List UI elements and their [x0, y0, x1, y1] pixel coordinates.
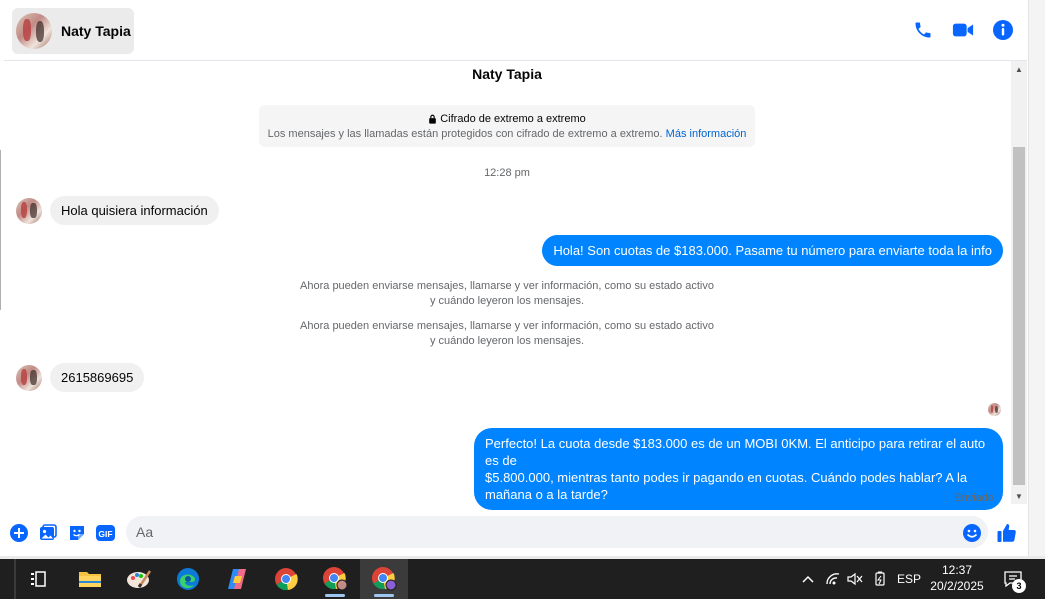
encryption-notice: Cifrado de extremo a extremo Los mensaje…: [259, 105, 755, 147]
copilot-icon[interactable]: [213, 559, 261, 599]
scroll-down-arrow-icon[interactable]: ▼: [1011, 488, 1027, 504]
scrollbar-thumb[interactable]: [1013, 147, 1025, 485]
sender-avatar[interactable]: [16, 197, 42, 224]
info-icon[interactable]: [991, 18, 1015, 42]
incoming-message: Hola quisiera información: [16, 196, 219, 225]
sender-avatar[interactable]: [16, 364, 42, 391]
lock-icon: [429, 114, 437, 124]
chrome-profile-active-icon[interactable]: [360, 559, 408, 599]
chrome-profile-icon[interactable]: [311, 559, 359, 599]
more-info-link[interactable]: Más información: [666, 128, 747, 140]
taskbar-clock[interactable]: 12:37 20/2/2025: [925, 562, 989, 594]
timestamp-separator: 12:28 pm: [484, 167, 530, 179]
message-thread: Naty Tapia Cifrado de extremo a extremo …: [4, 61, 1010, 511]
encryption-body: Los mensajes y las llamadas están proteg…: [267, 128, 663, 140]
video-camera-icon[interactable]: [951, 18, 975, 42]
paint-icon[interactable]: [115, 559, 163, 599]
task-view-icon[interactable]: [15, 559, 63, 599]
message-bubble-in[interactable]: Hola quisiera información: [50, 196, 219, 225]
system-message: Ahora pueden enviarse mensajes, llamarse…: [300, 320, 714, 347]
contact-chip[interactable]: Naty Tapia: [12, 8, 134, 54]
message-bubble-out[interactable]: Perfecto! La cuota desde $183.000 es de …: [474, 428, 1003, 510]
seen-receipt-avatar: [988, 403, 1001, 416]
running-indicator: [325, 594, 345, 597]
phone-icon[interactable]: [911, 18, 935, 42]
windows-taskbar: ESP 12:37 20/2/2025 3: [0, 559, 1045, 599]
running-indicator: [374, 594, 394, 597]
system-message: Ahora pueden enviarse mensajes, llamarse…: [300, 280, 714, 307]
encryption-title: Cifrado de extremo a extremo: [440, 113, 586, 125]
show-hidden-icons-chevron-icon[interactable]: [798, 559, 818, 599]
header-actions: [911, 18, 1015, 42]
plus-circle-icon[interactable]: [8, 522, 30, 544]
window-left-edge: [0, 150, 1, 310]
edge-icon[interactable]: [164, 559, 212, 599]
thread-scrollbar[interactable]: ▲ ▼: [1011, 61, 1027, 504]
image-icon[interactable]: [37, 522, 59, 544]
window-right-edge: [1028, 0, 1045, 560]
input-language[interactable]: ESP: [895, 559, 923, 599]
notification-badge: 3: [1012, 579, 1026, 593]
battery-icon[interactable]: [869, 559, 891, 599]
incoming-message: 2615869695: [16, 363, 145, 392]
thumbs-up-icon[interactable]: [996, 522, 1018, 544]
message-composer: GIF: [4, 512, 1027, 556]
message-bubble-out[interactable]: Hola! Son cuotas de $183.000. Pasame tu …: [542, 235, 1003, 266]
contact-name: Naty Tapia: [61, 23, 131, 39]
wifi-icon[interactable]: [822, 559, 844, 599]
clock-time: 12:37: [941, 563, 973, 577]
thread-title: Naty Tapia: [472, 66, 542, 82]
chrome-icon[interactable]: [262, 559, 310, 599]
gif-icon[interactable]: GIF: [95, 522, 117, 544]
message-status: Enviado: [954, 492, 994, 504]
gif-label: GIF: [98, 529, 112, 539]
message-input[interactable]: [126, 516, 988, 548]
message-bubble-in[interactable]: 2615869695: [50, 363, 145, 392]
chat-header: Naty Tapia: [4, 4, 1027, 61]
sticker-icon[interactable]: [66, 522, 88, 544]
file-explorer-icon[interactable]: [66, 559, 114, 599]
clock-date: 20/2/2025: [930, 579, 984, 593]
contact-avatar: [16, 13, 52, 49]
emoji-icon[interactable]: [961, 522, 983, 544]
scroll-up-arrow-icon[interactable]: ▲: [1011, 61, 1027, 77]
volume-muted-icon[interactable]: [845, 559, 865, 599]
